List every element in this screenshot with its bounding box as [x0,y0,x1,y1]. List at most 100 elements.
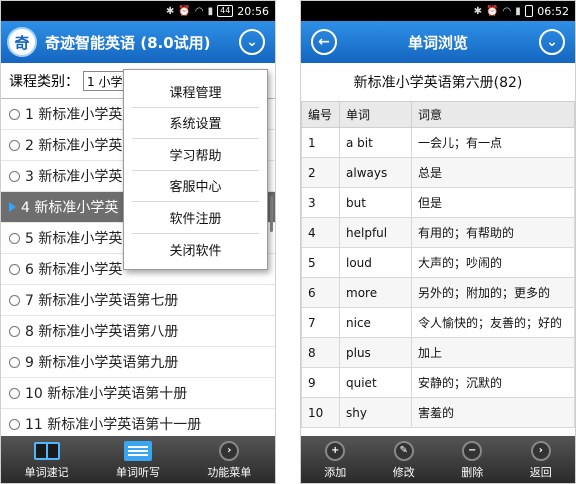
book-label: 2 新标准小学英 [25,138,123,154]
book-list-item[interactable]: 7 新标准小学英语第七册 [1,285,275,316]
book-label: 6 新标准小学英 [25,262,123,278]
bluetooth-icon: ✱ [473,5,483,17]
tab-add[interactable]: + 添加 [301,436,370,483]
scrollbar[interactable] [270,196,273,232]
tab-word-memorize[interactable]: 单词速记 [1,436,92,483]
dropdown-menu-button[interactable]: ⌄ [239,29,265,55]
radio-icon [9,325,20,337]
table-row[interactable]: 9 quiet 安静的；沉默的 [301,367,575,398]
app-logo-icon: 奇 [7,27,37,57]
book-label: 10 新标准小学英语第十册 [25,386,188,402]
book-label: 7 新标准小学英语第七册 [25,293,179,309]
menu-item[interactable]: 客服中心 [132,171,259,202]
cell-meaning: 害羞的 [411,397,575,428]
cell-number: 6 [301,277,340,308]
tab-edit[interactable]: ✎ 修改 [370,436,439,483]
word-table: 编号 单词 词意 1a bit 一会儿；有一点 2 always 总是 3 but 但是 4 he… [301,101,575,428]
cell-word: plus [339,337,412,368]
cell-word: a bit [339,127,412,158]
cell-word: shy [339,397,412,428]
book-list-item[interactable]: 10 新标准小学英语第十册 [1,378,275,409]
chevron-down-icon: ⌄ [246,34,258,50]
book-list-item[interactable]: 8 新标准小学英语第八册 [1,316,275,347]
book-label: 4 新标准小学英 [21,200,119,216]
cell-word: always [339,157,412,188]
column-header-word: 单词 [339,101,412,128]
table-row[interactable]: 7 nice 令人愉快的；友善的；好的 [301,307,575,338]
cell-meaning: 令人愉快的；友善的；好的 [411,307,575,338]
cell-meaning: 但是 [411,187,575,218]
app-titlebar: 奇 奇迹智能英语 (8.0试用) ⌄ [1,21,275,63]
book-list-item[interactable]: 9 新标准小学英语第九册 [1,347,275,378]
cell-meaning: 安静的；沉默的 [411,367,575,398]
screen-title: 单词浏览 [407,33,468,52]
cell-number: 7 [301,307,340,338]
book-label: 11 新标准小学英语第十一册 [25,417,202,433]
tab-back[interactable]: › 返回 [507,436,576,483]
radio-icon [9,263,20,275]
arrow-left-icon: ← [318,34,330,50]
cell-number: 5 [301,247,340,278]
table-row[interactable]: 3 but 但是 [301,187,575,218]
book-label: 1 新标准小学英 [25,107,123,123]
radio-icon [9,294,20,306]
tab-label: 返回 [529,465,552,479]
cell-meaning: 总是 [411,157,575,188]
minus-icon: − [462,440,483,461]
arrow-right-icon: › [219,440,240,461]
cell-meaning: 另外的；附加的；更多的 [411,277,575,308]
status-bar: ✱ ⏰ ◠ ▮ 44 20:56 [1,1,275,21]
wifi-icon: ◠ [502,5,512,17]
alarm-icon: ⏰ [178,5,191,17]
plus-icon: + [325,440,346,461]
cell-number: 8 [301,337,340,368]
back-button[interactable]: ← [311,29,337,55]
menu-item[interactable]: 关闭软件 [132,234,259,266]
bottom-toolbar: 单词速记 单词听写 › 功能菜单 [1,436,275,483]
tab-label: 单词速记 [24,465,69,479]
book-label: 5 新标准小学英 [25,231,123,247]
tab-word-dictation[interactable]: 单词听写 [92,436,183,483]
cell-meaning: 一会儿；有一点 [411,127,575,158]
course-type-label: 课程类别： [9,73,79,90]
menu-item[interactable]: 软件注册 [132,202,259,234]
cell-number: 2 [301,157,340,188]
table-row[interactable]: 8 plus 加上 [301,337,575,368]
cell-number: 10 [301,397,340,428]
tab-label: 修改 [392,465,415,479]
radio-icon [9,108,20,120]
tab-delete[interactable]: − 删除 [438,436,507,483]
table-row[interactable]: 6 more 另外的；附加的；更多的 [301,277,575,308]
menu-item[interactable]: 系统设置 [132,108,259,139]
cell-word: loud [339,247,412,278]
radio-icon [9,170,20,182]
column-header-meaning: 词意 [411,101,575,128]
battery-icon [524,5,534,17]
radio-icon [9,139,20,151]
cell-number: 3 [301,187,340,218]
menu-item[interactable]: 学习帮助 [132,139,259,171]
chevron-down-icon: ⌄ [546,34,558,50]
menu-item[interactable]: 课程管理 [132,76,259,108]
table-row[interactable]: 5 loud 大声的；吵闹的 [301,247,575,278]
cell-meaning: 加上 [411,337,575,368]
phone-screen-word-browse: ✱ ⏰ ◠ ▮ 06:52 ← 单词浏览 ⌄ 新标准小学英语第六册(82) 编号… [300,0,576,484]
notebook-icon [123,440,152,461]
phone-screen-course-list: ✱ ⏰ ◠ ▮ 44 20:56 奇 奇迹智能英语 (8.0试用) ⌄ 课程类别… [0,0,276,484]
column-header-number: 编号 [301,101,340,128]
dropdown-menu-button[interactable]: ⌄ [538,29,565,55]
table-row[interactable]: 10 shy 害羞的 [301,397,575,428]
tab-label: 功能菜单 [207,465,252,479]
table-row[interactable]: 2 always 总是 [301,157,575,188]
status-time: 20:56 [237,4,269,18]
table-row[interactable]: 1a bit 一会儿；有一点 [301,127,575,158]
book-label: 3 新标准小学英 [25,169,123,185]
cell-word: more [339,277,412,308]
alarm-icon: ⏰ [486,5,499,17]
tab-function-menu[interactable]: › 功能菜单 [184,436,275,483]
radio-icon [9,356,20,368]
table-row[interactable]: 4 helpful 有用的；有帮助的 [301,217,575,248]
cell-number: 4 [301,217,340,248]
cell-number: 9 [301,367,340,398]
cell-meaning: 有用的；有帮助的 [411,217,575,248]
